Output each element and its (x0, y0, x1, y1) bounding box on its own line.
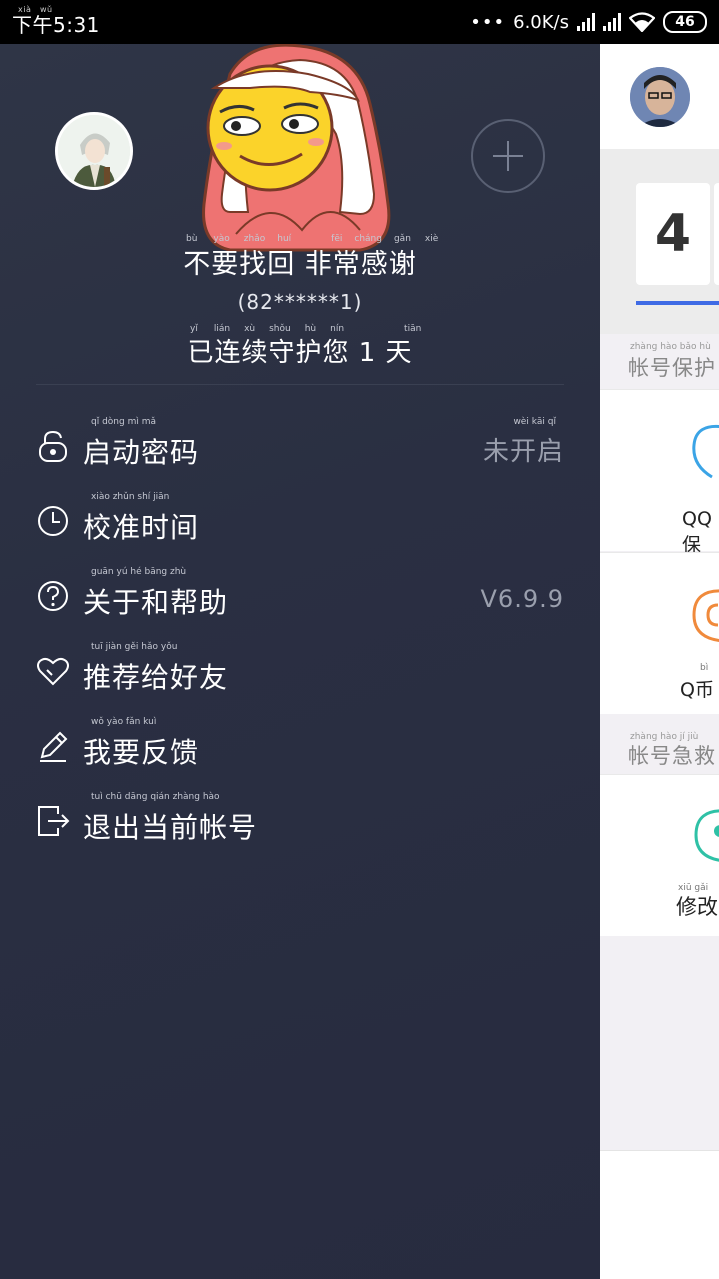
menu-label: 关于和帮助 (83, 586, 229, 619)
token-progress-bar (636, 301, 719, 305)
coin-icon (692, 589, 719, 642)
modify-icon (694, 809, 719, 862)
card-qb-label: Q币 (680, 679, 714, 701)
help-icon (38, 581, 68, 611)
card-qb[interactable]: bì Q币 (600, 552, 719, 714)
menu-item-feedback[interactable]: wǒ yào fǎn kuì 我要反馈 (36, 717, 564, 779)
menu-pinyin: xiào zhǔn shí jiān (91, 492, 170, 502)
signal-icon-2 (603, 13, 621, 31)
card-modify-label: 修改 (676, 895, 718, 919)
menu-pinyin: tuì chū dāng qián zhàng hào (91, 792, 220, 802)
token-area: 4 (600, 149, 719, 334)
menu-pinyin: guān yú hé bāng zhù (91, 567, 187, 577)
lock-icon (39, 430, 67, 462)
menu-pinyin: wǒ yào fǎn kuì (91, 717, 157, 727)
card-qq-protect[interactable]: QQ保 (600, 389, 719, 556)
guard-days-text: 已连续守护您 1 天 (187, 338, 413, 368)
app-version: V6.9.9 (480, 585, 564, 613)
time-pinyin-1: xià (18, 5, 32, 14)
status-time: xià wǔ 下午5:31 (12, 5, 100, 38)
menu-item-calibrate-time[interactable]: xiào zhǔn shí jiān 校准时间 (36, 492, 564, 554)
clock-icon (38, 506, 68, 536)
card-modify[interactable]: xiū gǎi 修改 (600, 774, 719, 936)
side-drawer: bù yào zhǎo huí fēi cháng gǎn xiè 不要找回 非常感谢 (82… (0, 44, 600, 1279)
profile-nickname: 不要找回 非常感谢 (183, 249, 417, 280)
section-protect-pinyin: zhàng hào bǎo hù (630, 342, 711, 352)
token-digit-2 (714, 183, 719, 285)
menu-pinyin: tuī jiàn gěi hǎo yǒu (91, 642, 178, 652)
profile-account-number: (82******1) (237, 290, 363, 314)
bg-bottom-bar (600, 1150, 719, 1279)
battery-level: 46 (675, 14, 695, 30)
user-avatar[interactable] (630, 67, 690, 127)
menu-label: 校准时间 (83, 511, 200, 544)
divider (36, 384, 564, 385)
pencil-icon (40, 731, 68, 762)
logout-icon (38, 806, 70, 836)
menu-label: 推荐给好友 (83, 661, 229, 694)
signal-icon (577, 13, 595, 31)
menu-item-startup-password[interactable]: qǐ dòng mì mǎ 启动密码 wèi kāi qǐ 未开启 (36, 417, 564, 479)
menu-pinyin: qǐ dòng mì mǎ (91, 417, 156, 427)
qq-icon (692, 424, 719, 479)
card-qb-pinyin: bì (700, 663, 709, 673)
net-speed: 6.0K/s (513, 11, 569, 33)
status-bar: xià wǔ 下午5:31 ••• 6.0K/s 46 (0, 0, 719, 44)
menu-item-about-help[interactable]: guān yú hé bāng zhù 关于和帮助 V6.9.9 (36, 567, 564, 629)
notification-dots: ••• (470, 11, 506, 33)
section-rescue-title: 帐号急救 (628, 744, 716, 768)
status-pinyin: wèi kāi qǐ (513, 417, 556, 427)
battery-icon: 46 (663, 11, 707, 33)
profile-avatar[interactable] (55, 112, 133, 190)
wifi-icon (629, 12, 655, 32)
card-qq-label: QQ保 (682, 508, 712, 556)
token-digit: 4 (636, 183, 710, 285)
bg-header (600, 44, 719, 149)
menu-item-recommend[interactable]: tuī jiàn gěi hǎo yǒu 推荐给好友 (36, 642, 564, 704)
menu-item-logout[interactable]: tuì chū dāng qián zhàng hào 退出当前帐号 (36, 792, 564, 854)
add-account-button[interactable] (471, 119, 545, 193)
status-time-text: 下午5:31 (12, 13, 100, 37)
time-pinyin-2: wǔ (40, 5, 53, 14)
menu-label: 我要反馈 (83, 736, 200, 769)
startup-password-status: 未开启 (482, 437, 564, 467)
status-icons: ••• 6.0K/s 46 (470, 8, 707, 36)
emoji-sticker-icon (202, 44, 391, 252)
background-app-panel: 4 zhàng hào bǎo hù 帐号保护 QQ保 bì Q币 zhàng … (600, 44, 719, 1279)
section-protect-title: 帐号保护 (628, 356, 716, 380)
menu-label: 退出当前帐号 (83, 811, 258, 844)
heart-icon (37, 657, 69, 686)
menu-label: 启动密码 (83, 436, 200, 469)
